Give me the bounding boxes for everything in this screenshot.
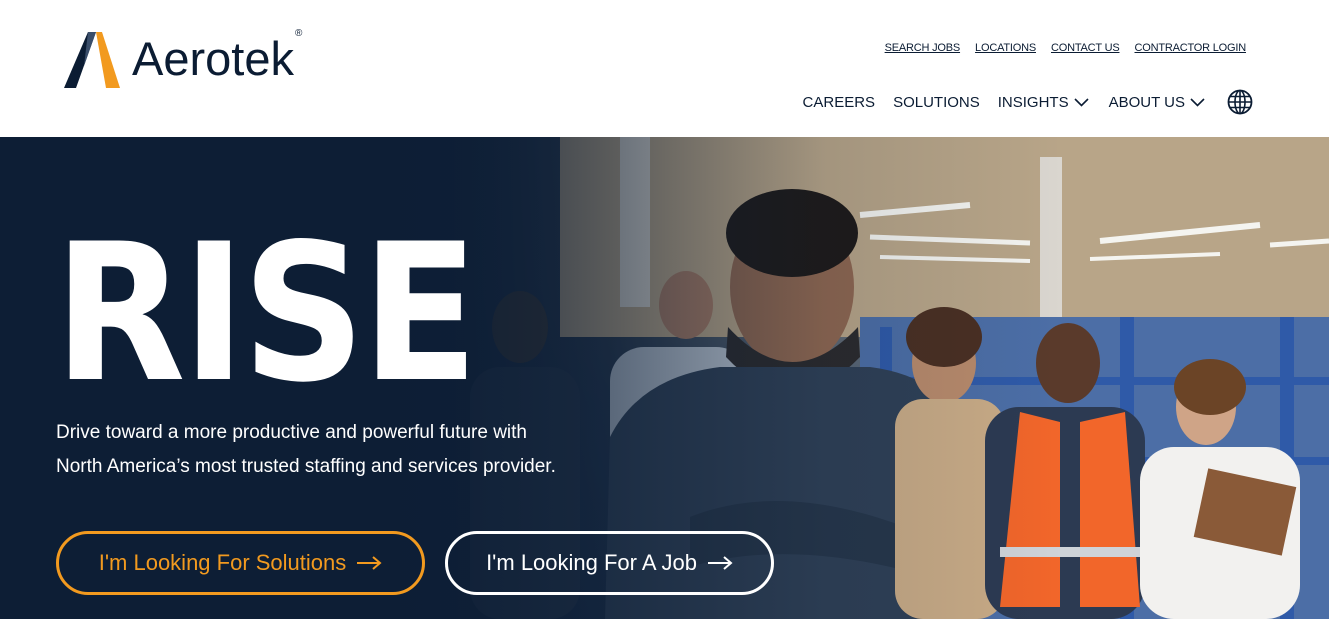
hero-title: RISE: [54, 203, 478, 424]
logo-wordmark: Aerotek®: [132, 27, 303, 85]
hero-banner: RISE Drive toward a more productive and …: [0, 137, 1329, 619]
nav-insights[interactable]: INSIGHTS: [998, 94, 1089, 111]
job-button-label: I'm Looking For A Job: [486, 550, 697, 575]
locations-link[interactable]: LOCATIONS: [975, 42, 1036, 54]
nav-about-label: ABOUT US: [1108, 93, 1185, 111]
search-jobs-link[interactable]: SEARCH JOBS: [885, 42, 961, 54]
globe-icon[interactable]: [1227, 89, 1253, 115]
chevron-down-icon: [1190, 97, 1205, 107]
hero-subtitle: Drive toward a more productive and power…: [56, 422, 556, 477]
utility-nav: SEARCH JOBS LOCATIONS CONTACT US CONTRAC…: [885, 42, 1247, 54]
solutions-button-label: I'm Looking For Solutions: [98, 550, 347, 575]
job-button[interactable]: I'm Looking For A Job: [445, 531, 774, 595]
aerotek-a-mark-icon: [64, 32, 120, 88]
chevron-down-icon: [1074, 97, 1089, 107]
aerotek-logo[interactable]: Aerotek®: [62, 27, 303, 90]
contact-us-link[interactable]: CONTACT US: [1051, 42, 1120, 54]
site-header: Aerotek® SEARCH JOBS LOCATIONS CONTACT U…: [0, 0, 1329, 137]
nav-about-us[interactable]: ABOUT US: [1109, 94, 1205, 111]
nav-insights-label: INSIGHTS: [997, 93, 1069, 111]
solutions-button[interactable]: I'm Looking For Solutions: [56, 531, 425, 595]
arrow-right-icon: [707, 556, 733, 570]
arrow-right-icon: [357, 556, 382, 570]
contractor-login-link[interactable]: CONTRACTOR LOGIN: [1135, 42, 1247, 54]
nav-careers[interactable]: CAREERS: [803, 94, 876, 111]
nav-solutions[interactable]: SOLUTIONS: [893, 94, 980, 111]
main-nav: CAREERS SOLUTIONS INSIGHTS ABOUT US: [803, 88, 1253, 116]
